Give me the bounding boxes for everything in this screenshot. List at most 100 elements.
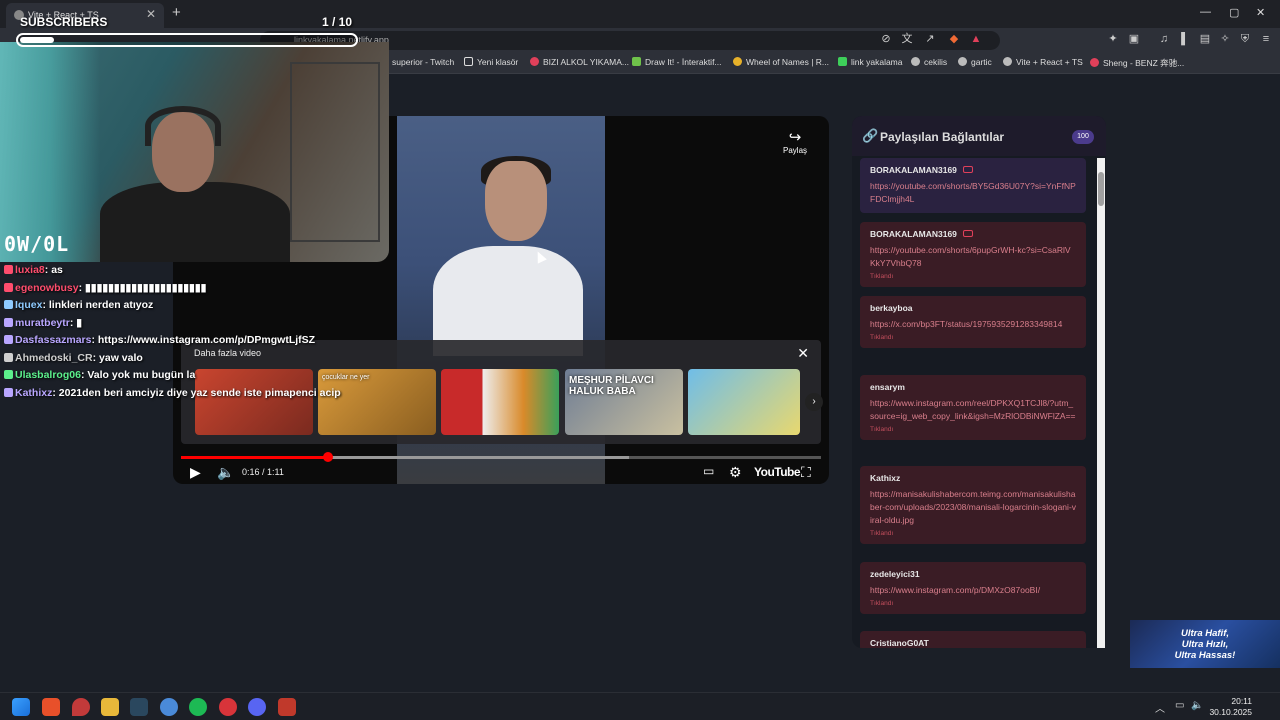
link-url[interactable]: https://www.instagram.com/reel/DPKXQ1TCJ… [870,397,1076,423]
link-username: Kathixz [870,473,901,483]
brave-shield-icon[interactable]: ◆ [948,33,960,45]
vpn-icon[interactable]: ⛨ [1239,33,1251,45]
shared-link-card[interactable]: CristianoG0AT [860,631,1086,648]
network-icon[interactable]: ▭ [1175,700,1184,711]
window-close-icon[interactable]: ✕ [1256,6,1265,19]
brave-rewards-icon[interactable]: ▲ [970,33,982,45]
chat-message: Ulasbalrog06: Valo yok mu bugün la [4,367,344,385]
shared-link-card[interactable]: BORAKALAMAN3169 https://youtube.com/short… [860,158,1086,213]
bookmark-item[interactable]: link yakalama [838,57,903,67]
more-videos-close-icon[interactable]: ✕ [797,345,809,362]
spotify-icon[interactable] [189,698,207,716]
shared-link-card[interactable]: BORAKALAMAN3169 https://youtube.com/short… [860,222,1086,287]
app-taskbar-icon[interactable] [278,698,296,716]
folder-icon [464,57,473,66]
start-windows-icon[interactable] [12,698,30,716]
bookmark-item[interactable]: Sheng - BENZ 奔驰... [1090,57,1184,69]
discord-icon[interactable] [248,698,266,716]
video-person-head [485,161,547,241]
settings-gear-icon[interactable]: ⚙ [729,464,742,481]
leo-ai-icon[interactable]: ✧ [1219,33,1231,45]
chat-badge-icon [4,387,13,397]
share-button[interactable]: ↪ Paylaş [783,128,807,155]
translate-icon[interactable]: 文 [901,33,913,45]
shared-link-card[interactable]: zedeleyici31 https://www.instagram.com/p/… [860,562,1086,614]
maximize-icon[interactable]: ▢ [1229,6,1239,19]
subscribers-count: 1 / 10 [322,15,353,29]
play-icon[interactable]: ▶ [190,464,201,481]
chat-badge-icon [4,282,13,292]
bookmark-item[interactable]: superior - Twitch [392,57,454,67]
shared-link-card[interactable]: ensarym https://www.instagram.com/reel/DP… [860,375,1086,440]
chat-text: ▮▮▮▮▮▮▮▮▮▮▮▮▮▮▮▮▮▮▮▮▮ [85,281,207,294]
link-username: BORAKALAMAN3169 [870,165,957,175]
link-url[interactable]: https://youtube.com/shorts/6pupGrWH-kc?s… [870,244,1076,270]
bookmark-item[interactable]: cekilis [911,57,947,67]
ad-banner: Ultra Hafif, Ultra Hızlı, Ultra Hassas! [1130,620,1280,668]
wallet-icon[interactable]: ▤ [1199,33,1211,45]
file-explorer-icon[interactable] [101,698,119,716]
sidebar-icon[interactable]: ▌ [1179,33,1191,45]
bookmark-item[interactable]: Vite + React + TS [1003,57,1083,67]
maps-taskbar-icon[interactable] [72,698,90,716]
shared-link-card[interactable]: berkayboa https://x.com/bp3FT/status/1975… [860,296,1086,348]
media-icon[interactable]: ♫ [1158,33,1170,45]
bookmark-item[interactable]: Wheel of Names | R... [733,57,829,67]
share-page-icon[interactable]: ↗ [924,33,936,45]
bookmark-favicon-icon [733,57,742,66]
volume-icon[interactable]: 🔈 [217,464,234,481]
clock-date: 30.10.2025 [1209,707,1252,717]
minimize-icon[interactable]: — [1200,6,1211,18]
chat-message: Iquex: linkleri nerden atıyoz [4,297,344,315]
chat-overlay: luxia8: as egenowbusy: ▮▮▮▮▮▮▮▮▮▮▮▮▮▮▮▮▮▮… [4,262,344,402]
tab-close-icon[interactable]: ✕ [146,7,156,21]
taskbar: ︿ ▭ 🔈 20:11 30.10.2025 [0,692,1280,720]
chat-message: luxia8: as [4,262,344,280]
link-url[interactable]: https://www.instagram.com/p/DMXzO87ooBI/ [870,584,1076,597]
link-icon: 🔗 [862,128,879,143]
next-arrow-icon[interactable]: › [805,393,823,411]
app-taskbar-icon[interactable] [160,698,178,716]
youtube-icon [962,166,973,173]
fullscreen-icon[interactable]: ⛶ [801,464,811,481]
chat-message: egenowbusy: ▮▮▮▮▮▮▮▮▮▮▮▮▮▮▮▮▮▮▮▮▮ [4,280,344,298]
system-clock[interactable]: 20:11 30.10.2025 [1209,696,1252,718]
webcam-overlay: 0W/0L [0,42,389,262]
bookmark-favicon-icon [632,57,641,66]
scrollbar-thumb[interactable] [1098,172,1104,206]
links-scrollbar[interactable] [1097,158,1105,648]
brave-taskbar-icon[interactable] [42,698,60,716]
bookmark-folder[interactable]: Yeni klasör [464,57,518,67]
link-url[interactable]: https://manisakulishabercom.teimg.com/ma… [870,488,1076,527]
bookmark-item[interactable]: Draw It! - İnteraktif... [632,57,722,67]
shared-links-title: Paylaşılan Bağlantılar [880,130,1005,144]
menu-icon[interactable]: ≡ [1260,33,1272,45]
subscribers-goal-bar [16,33,358,47]
video-thumbnail[interactable] [688,369,800,435]
screenshot-icon[interactable]: ▣ [1128,33,1140,45]
video-thumbnail[interactable]: MEŞHUR PİLAVCI HALUK BABA [565,369,683,435]
video-thumbnail[interactable] [441,369,559,435]
app-taskbar-icon[interactable] [219,698,237,716]
youtube-logo[interactable]: YouTube [754,465,801,479]
link-status: Tıklandı [870,334,894,341]
progress-scrubber[interactable] [323,452,334,462]
chat-text: 2021den beri amciyiz diye yaz sende iste… [58,386,341,399]
chat-username: muratbeytr [15,316,70,329]
chat-username: Dasfassazmars [15,334,92,346]
progress-bar[interactable] [181,452,821,462]
extensions-icon[interactable]: ✦ [1107,33,1119,45]
camera-off-icon[interactable]: ⊘ [880,33,892,45]
new-tab-icon[interactable]: + [172,4,181,21]
link-url[interactable]: https://youtube.com/shorts/BY5Gd36U07Y?s… [870,180,1076,206]
bookmark-item[interactable]: gartic [958,57,992,67]
link-url[interactable]: https://x.com/bp3FT/status/1975935291283… [870,318,1076,331]
steam-icon[interactable] [130,698,148,716]
bookmark-item[interactable]: BIZI ALKOL YIKAMA... [530,57,629,67]
shared-link-card[interactable]: Kathixz https://manisakulishabercom.teimg… [860,466,1086,544]
link-username: BORAKALAMAN3169 [870,229,957,239]
subtitles-icon[interactable]: ▭ [703,464,714,478]
tray-chevron-icon[interactable]: ︿ [1155,700,1165,715]
speaker-icon[interactable]: 🔈 [1191,700,1203,711]
chat-username: luxia8 [15,264,45,276]
